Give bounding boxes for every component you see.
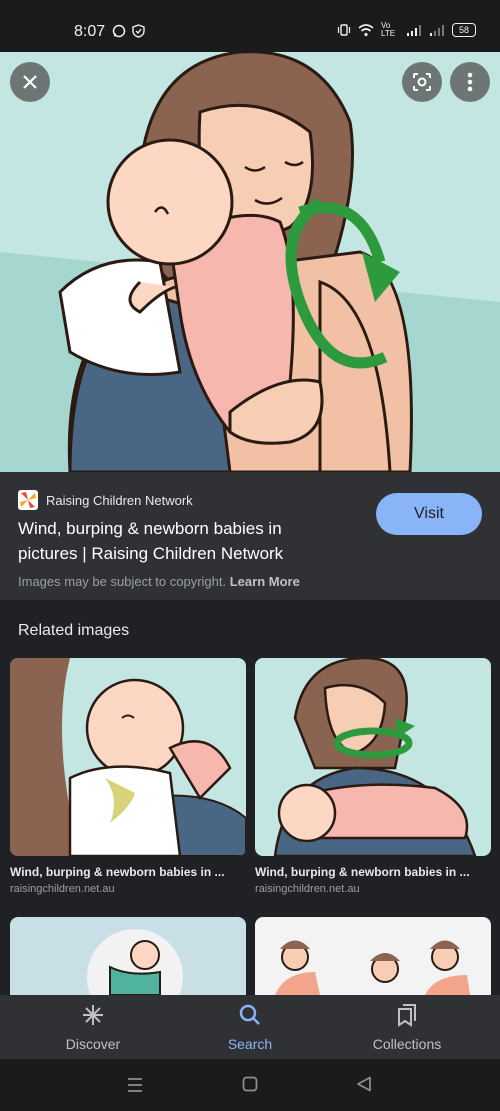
baby-lap-illustration [255, 658, 491, 856]
close-button[interactable] [10, 62, 50, 102]
recents-icon[interactable] [126, 1077, 144, 1093]
baby-lying-illustration [10, 917, 246, 995]
related-title: Wind, burping & newborn babies in ... [255, 865, 470, 879]
related-card[interactable]: Wind, burping & newborn babies in ... ra… [255, 658, 491, 895]
system-navigation-bar [0, 1059, 500, 1111]
copyright-notice: Images may be subject to copyright. Lear… [18, 574, 300, 589]
close-icon [23, 75, 37, 89]
learn-more-link[interactable]: Learn More [230, 574, 300, 589]
nav-label: Collections [372, 1036, 442, 1052]
battery-icon: 58 [452, 23, 476, 37]
result-title[interactable]: Wind, burping & newborn babies in pictur… [18, 516, 338, 566]
nav-discover[interactable]: Discover [33, 1003, 153, 1052]
related-card[interactable] [10, 917, 246, 995]
burping-illustration [0, 52, 500, 472]
related-thumbnail[interactable] [255, 658, 491, 856]
related-title: Wind, burping & newborn babies in ... [10, 865, 225, 879]
home-icon[interactable] [242, 1076, 258, 1092]
nav-collections[interactable]: Collections [347, 1003, 467, 1052]
back-icon[interactable] [356, 1076, 372, 1092]
nav-label: Discover [65, 1036, 121, 1052]
related-card[interactable]: Wind, burping & newborn babies in ... ra… [10, 658, 246, 895]
main-image[interactable] [0, 52, 500, 472]
visit-button[interactable]: Visit [376, 493, 482, 535]
signal-icon-2 [430, 25, 444, 36]
wifi-icon [358, 23, 374, 36]
search-icon [239, 1004, 260, 1025]
related-url: raisingchildren.net.au [255, 883, 360, 895]
signal-icon [407, 25, 421, 36]
shield-icon [132, 24, 145, 38]
source-name: Raising Children Network [46, 492, 193, 508]
more-vert-icon [467, 72, 473, 92]
related-thumbnail[interactable] [10, 658, 246, 856]
whatsapp-icon [112, 24, 126, 38]
nav-label: Search [227, 1036, 273, 1052]
collections-icon [398, 1004, 416, 1027]
copyright-text: Images may be subject to copyright. [18, 574, 227, 589]
related-url: raisingchildren.net.au [10, 883, 115, 895]
status-bar: 8:07 Vo LTE 58 [0, 0, 500, 52]
mothers-babies-illustration [255, 917, 491, 995]
discover-icon [83, 1005, 103, 1025]
vibrate-icon [337, 24, 351, 36]
nav-search[interactable]: Search [190, 1003, 310, 1052]
lens-button[interactable] [402, 62, 442, 102]
bottom-navigation: Discover Search Collections [0, 995, 500, 1059]
baby-spitup-illustration [10, 658, 246, 856]
raising-children-logo-icon [18, 490, 38, 510]
result-info-panel: Raising Children Network Wind, burping &… [0, 472, 500, 600]
related-thumbnail[interactable] [255, 917, 491, 995]
related-thumbnail[interactable] [10, 917, 246, 995]
lens-icon [413, 73, 431, 91]
related-card[interactable] [255, 917, 491, 995]
volte-label: Vo LTE [381, 21, 396, 38]
related-images-heading: Related images [18, 622, 130, 639]
more-options-button[interactable] [450, 62, 490, 102]
clock: 8:07 [74, 23, 106, 40]
source-row[interactable]: Raising Children Network [18, 490, 193, 510]
